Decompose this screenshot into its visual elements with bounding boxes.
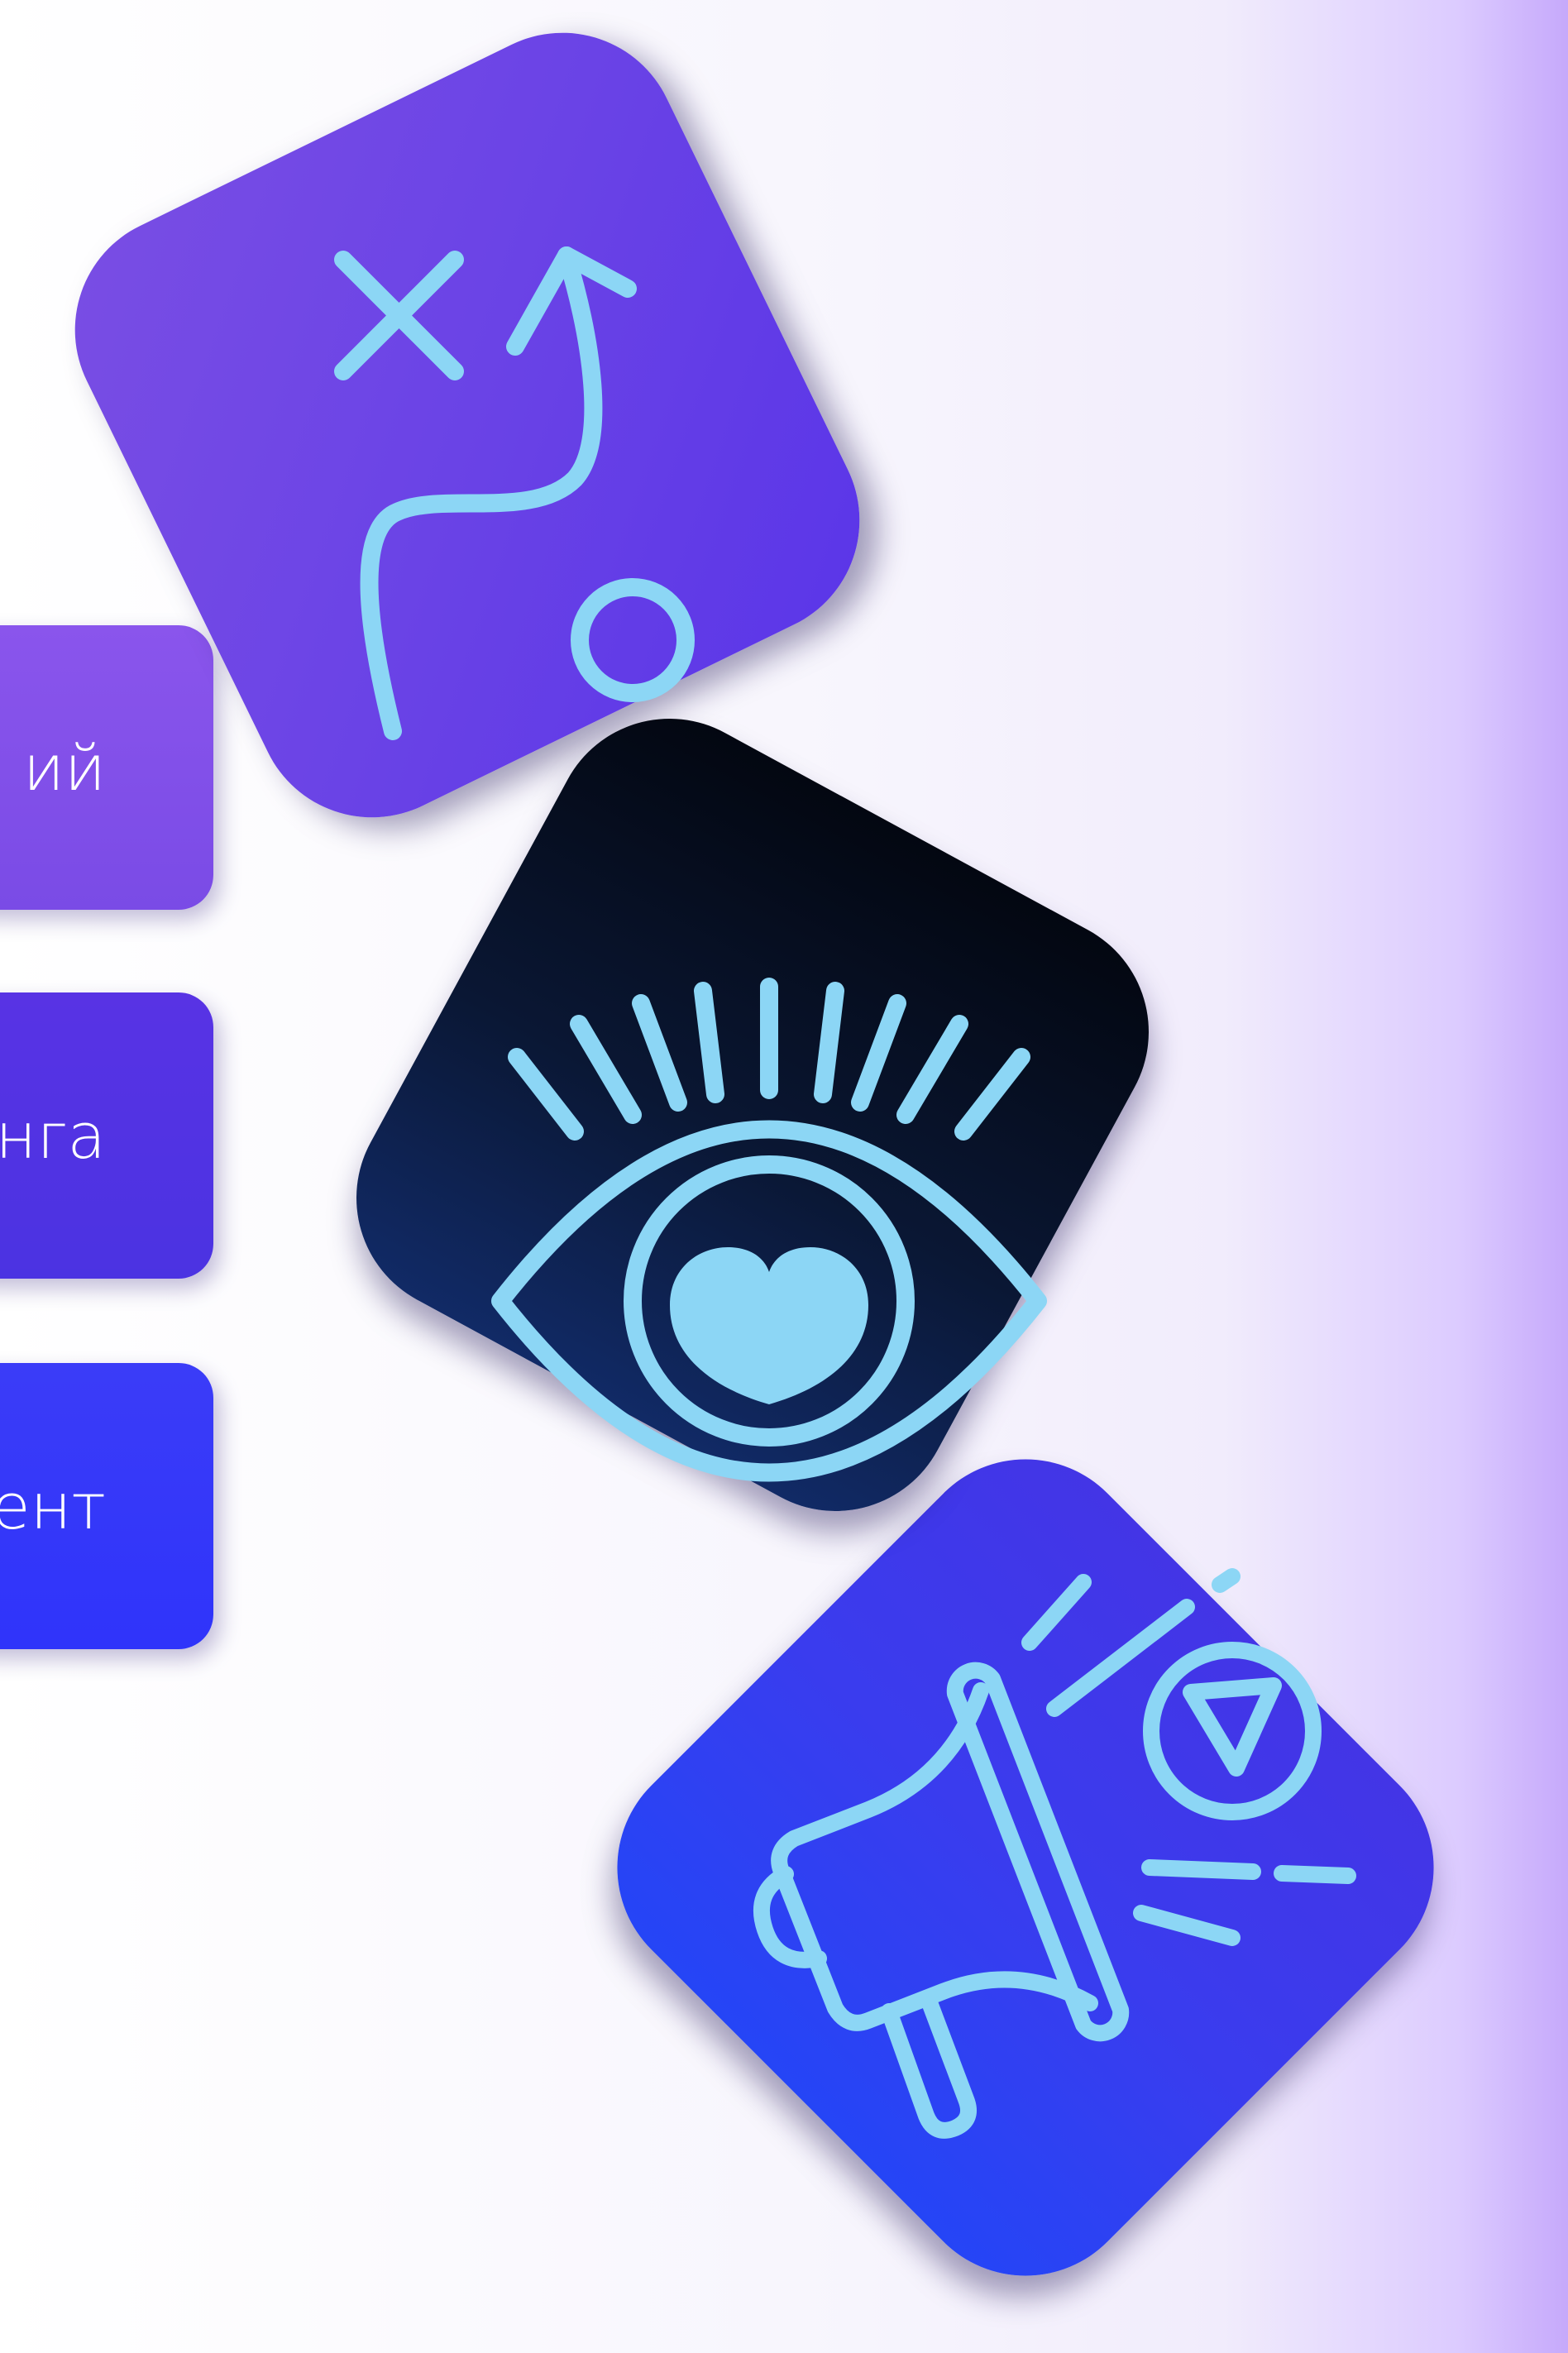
- card-label-branding: нга: [0, 1098, 106, 1173]
- megaphone-tile: [569, 1411, 1482, 2324]
- card-label-strategy: ий: [22, 730, 106, 805]
- eye-tile: [315, 677, 1190, 1552]
- card-branding[interactable]: нга: [0, 992, 213, 1279]
- eye-heart-icon: [491, 978, 1047, 1482]
- card-label-management: ент: [0, 1469, 106, 1543]
- card-strategy[interactable]: ий: [0, 625, 213, 910]
- megaphone-icon: [753, 1568, 1357, 2139]
- card-management[interactable]: ент: [0, 1363, 213, 1649]
